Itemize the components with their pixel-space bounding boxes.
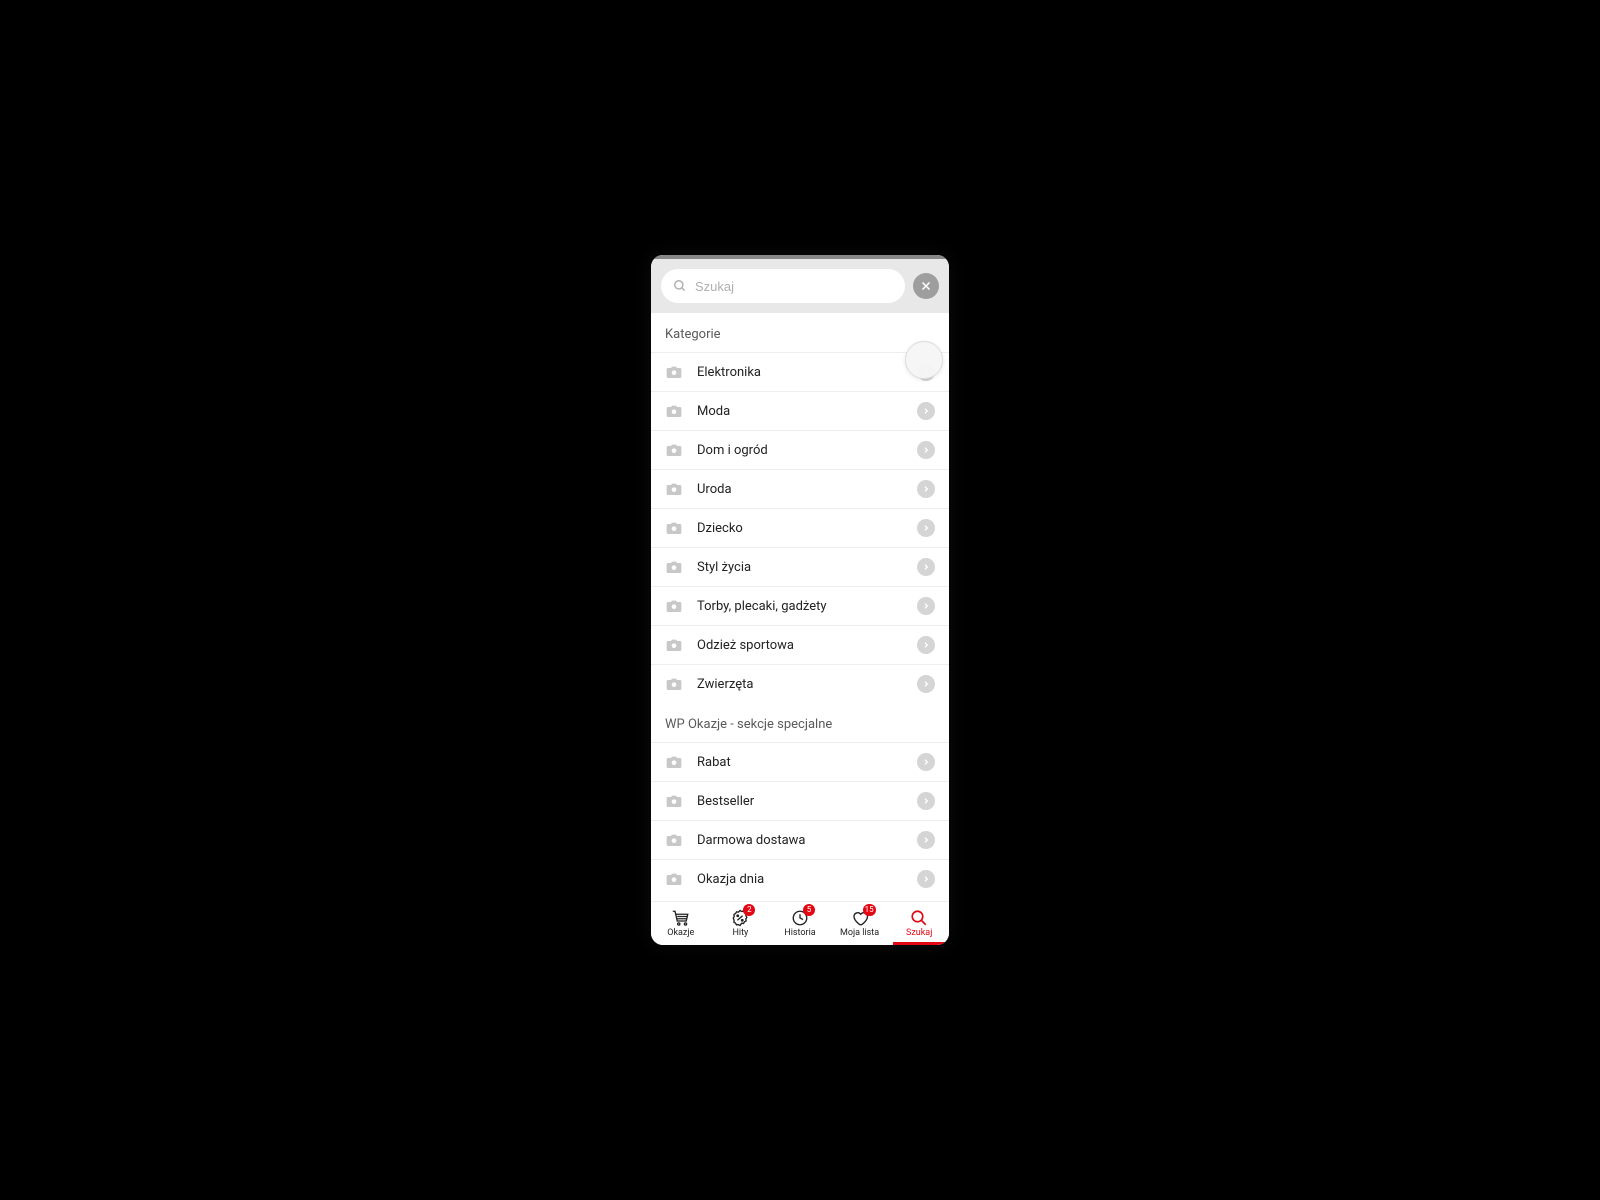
special-label: Okazja dnia	[697, 872, 917, 887]
category-row-styl[interactable]: Styl życia	[651, 547, 949, 586]
category-label: Dom i ogród	[697, 443, 917, 458]
nav-label: Szukaj	[906, 928, 932, 938]
nav-badge: 2	[743, 904, 755, 916]
chevron-right-icon	[917, 441, 935, 459]
search-icon	[909, 909, 929, 927]
nav-mojalista[interactable]: 15 Moja lista	[830, 902, 890, 945]
cart-icon	[671, 909, 691, 927]
nav-label: Historia	[784, 928, 815, 938]
camera-icon	[665, 363, 683, 381]
category-label: Zwierzęta	[697, 677, 917, 692]
category-row-zwierzeta[interactable]: Zwierzęta	[651, 664, 949, 703]
special-row-rabat[interactable]: Rabat	[651, 742, 949, 781]
phone-frame: Kategorie Elektronika Moda Dom i ogród U…	[651, 255, 949, 945]
chevron-right-icon	[917, 480, 935, 498]
touch-indicator	[905, 341, 943, 379]
category-label: Dziecko	[697, 521, 917, 536]
camera-icon	[665, 441, 683, 459]
camera-icon	[665, 480, 683, 498]
camera-icon	[665, 831, 683, 849]
close-icon	[920, 280, 932, 292]
nav-badge: 15	[863, 904, 876, 916]
special-row-okazja[interactable]: Okazja dnia	[651, 859, 949, 898]
special-label: Bestseller	[697, 794, 917, 809]
category-label: Styl życia	[697, 560, 917, 575]
special-label: Darmowa dostawa	[697, 833, 917, 848]
camera-icon	[665, 597, 683, 615]
nav-label: Okazje	[667, 928, 694, 938]
category-row-odziez[interactable]: Odzież sportowa	[651, 625, 949, 664]
nav-label: Moja lista	[840, 928, 879, 938]
section-header-categories: Kategorie	[651, 313, 949, 352]
content-scroll[interactable]: Kategorie Elektronika Moda Dom i ogród U…	[651, 313, 949, 911]
special-row-bestseller[interactable]: Bestseller	[651, 781, 949, 820]
nav-szukaj[interactable]: Szukaj	[889, 902, 949, 945]
close-button[interactable]	[913, 273, 939, 299]
category-row-uroda[interactable]: Uroda	[651, 469, 949, 508]
category-label: Elektronika	[697, 365, 917, 380]
camera-icon	[665, 558, 683, 576]
search-bar-area	[651, 255, 949, 313]
section-header-special: WP Okazje - sekcje specjalne	[651, 703, 949, 742]
search-input-container[interactable]	[661, 269, 905, 303]
camera-icon	[665, 675, 683, 693]
camera-icon	[665, 753, 683, 771]
category-row-dziecko[interactable]: Dziecko	[651, 508, 949, 547]
chevron-right-icon	[917, 831, 935, 849]
category-row-dom[interactable]: Dom i ogród	[651, 430, 949, 469]
chevron-right-icon	[917, 636, 935, 654]
chevron-right-icon	[917, 870, 935, 888]
special-row-dostawa[interactable]: Darmowa dostawa	[651, 820, 949, 859]
chevron-right-icon	[917, 402, 935, 420]
camera-icon	[665, 519, 683, 537]
chevron-right-icon	[917, 519, 935, 537]
chevron-right-icon	[917, 792, 935, 810]
nav-okazje[interactable]: Okazje	[651, 902, 711, 945]
category-label: Moda	[697, 404, 917, 419]
chevron-right-icon	[917, 675, 935, 693]
camera-icon	[665, 792, 683, 810]
category-row-moda[interactable]: Moda	[651, 391, 949, 430]
search-input[interactable]	[695, 279, 893, 294]
chevron-right-icon	[917, 597, 935, 615]
search-icon	[673, 279, 687, 293]
camera-icon	[665, 870, 683, 888]
camera-icon	[665, 402, 683, 420]
nav-hity[interactable]: 2 Hity	[711, 902, 771, 945]
bottom-nav: Okazje 2 Hity 5 Historia 15 Moja lista S…	[651, 901, 949, 945]
category-label: Odzież sportowa	[697, 638, 917, 653]
special-label: Rabat	[697, 755, 917, 770]
chevron-right-icon	[917, 558, 935, 576]
nav-label: Hity	[732, 928, 748, 938]
category-label: Torby, plecaki, gadżety	[697, 599, 917, 614]
camera-icon	[665, 636, 683, 654]
category-label: Uroda	[697, 482, 917, 497]
chevron-right-icon	[917, 753, 935, 771]
category-row-torby[interactable]: Torby, plecaki, gadżety	[651, 586, 949, 625]
nav-badge: 5	[803, 904, 815, 916]
nav-historia[interactable]: 5 Historia	[770, 902, 830, 945]
